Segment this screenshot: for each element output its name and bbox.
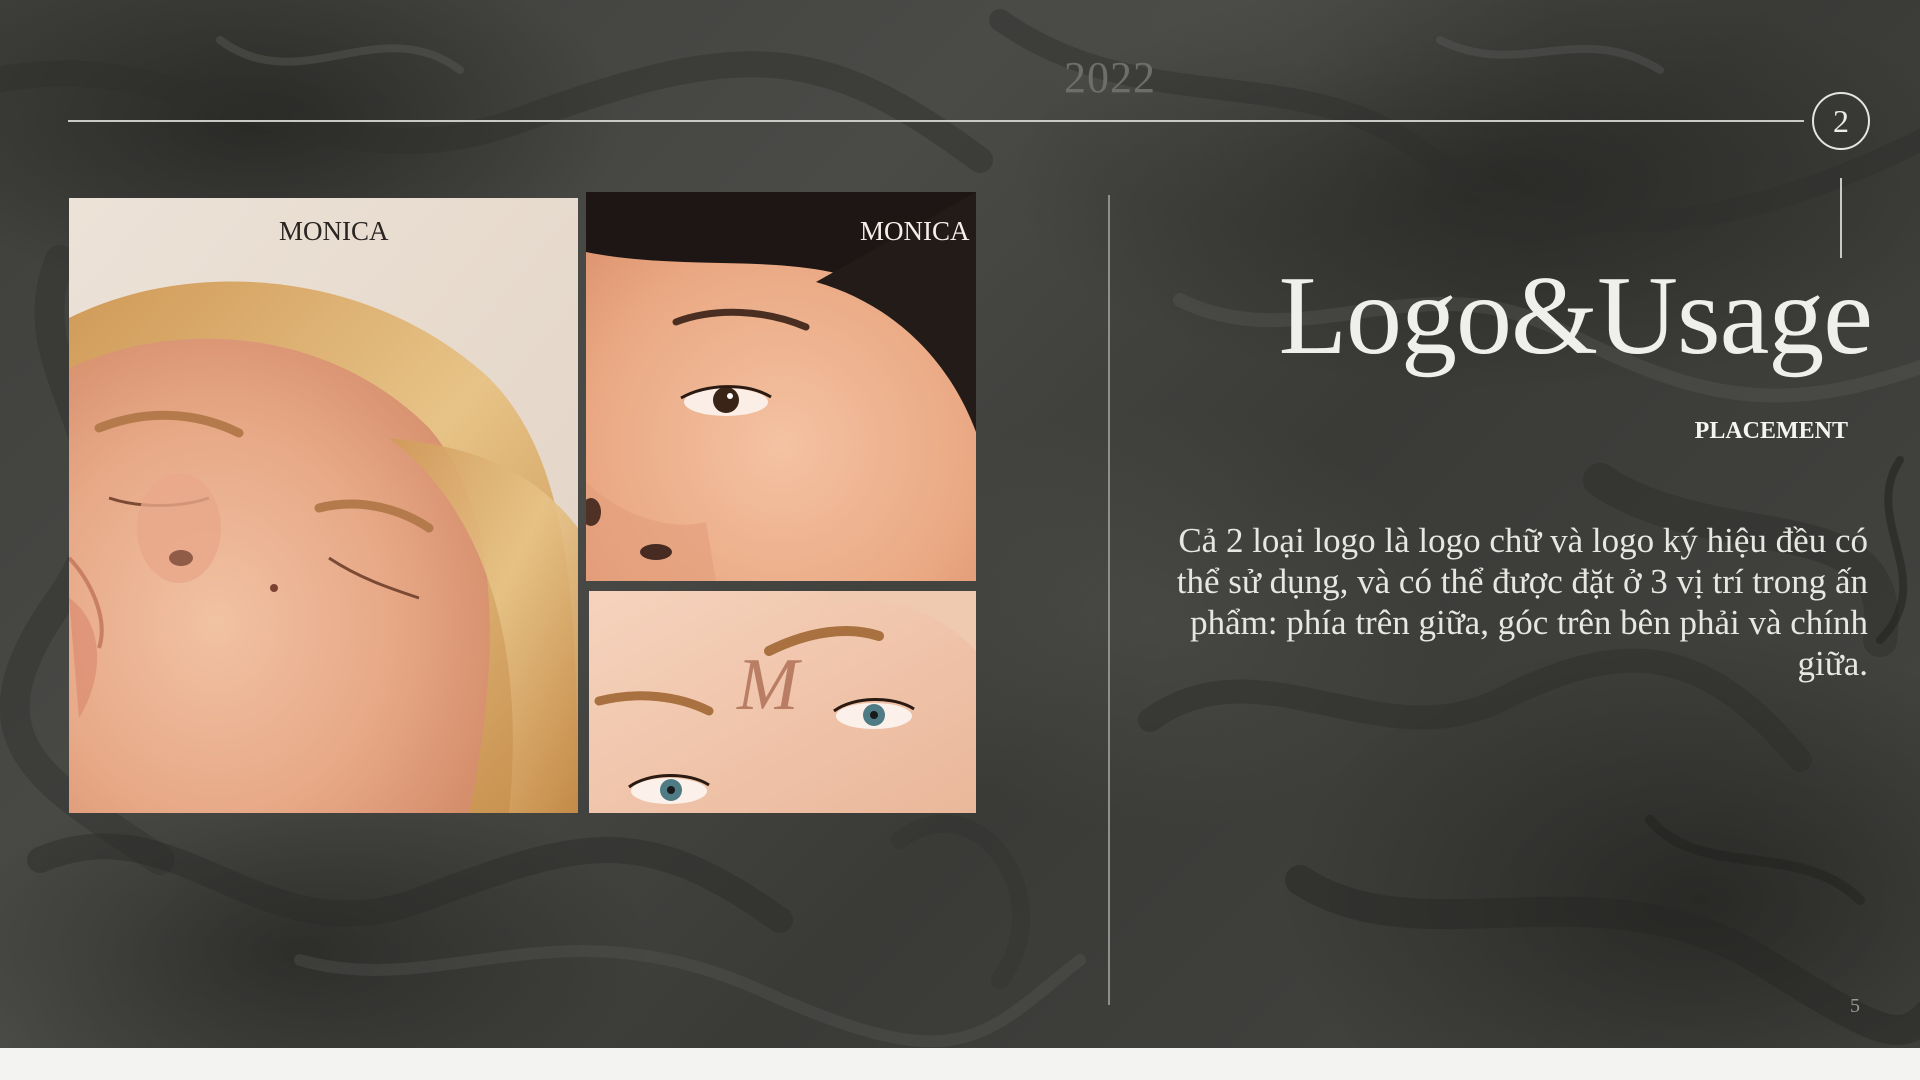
- body-paragraph: Cả 2 loại logo là logo chữ và logo ký hi…: [1176, 521, 1868, 683]
- content-divider: [1108, 195, 1110, 1005]
- page-number: 5: [1850, 995, 1860, 1017]
- section-subtitle: PLACEMENT: [1694, 418, 1848, 444]
- photo-logo-wordmark: MONICA: [860, 216, 970, 246]
- header-divider: [68, 120, 1804, 122]
- year-label: 2022: [1064, 53, 1156, 102]
- page-title: Logo&Usage: [1278, 254, 1873, 378]
- photo-logo-wordmark: MONICA: [279, 216, 389, 246]
- photo-logo-monogram: M: [737, 644, 799, 726]
- photo-closed-eyes: MONICA: [69, 198, 578, 813]
- photo-woman-eye-closeup: MONICA: [586, 192, 976, 581]
- badge-connector-line: [1840, 178, 1842, 258]
- bottom-strip: [0, 1048, 1920, 1080]
- photo-blue-eyes-closeup: M: [589, 591, 976, 813]
- slide: 2022 2 MONICA MONICA M Logo&Usage PLACEM…: [0, 0, 1920, 1048]
- section-number-badge: 2: [1812, 92, 1870, 150]
